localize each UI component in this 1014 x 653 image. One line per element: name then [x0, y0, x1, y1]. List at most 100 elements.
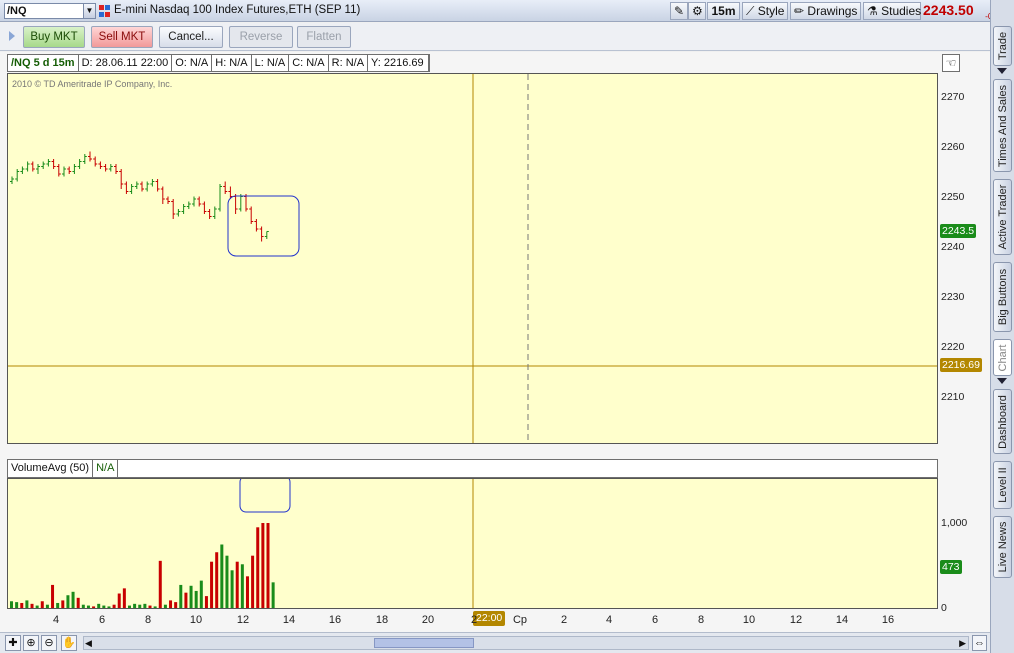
volume-bar [15, 602, 19, 608]
timeframe-button[interactable]: 15m [707, 2, 740, 20]
ohlc-bar [249, 206, 254, 224]
volume-study-label[interactable]: VolumeAvg (50) [8, 460, 94, 477]
ohlc-bar [223, 181, 228, 194]
time-tick: 14 [282, 614, 296, 626]
last-price-tag: 2243.5 [940, 223, 977, 238]
time-tick: 12 [236, 614, 250, 626]
ohlc-bar [62, 166, 66, 177]
scroll-left-icon[interactable]: ◀ [85, 638, 92, 649]
ohlc-bar [218, 184, 222, 212]
ohlc-bar [72, 164, 77, 174]
pencil-icon: ✏ [794, 4, 805, 18]
cursor-mode-icon[interactable]: ☜ [942, 54, 960, 72]
time-tick: 8 [697, 614, 705, 626]
time-tick: 16 [328, 614, 342, 626]
info-low: L: N/A [252, 55, 290, 71]
chart-symbol-label[interactable]: /NQ 5 d 15m [8, 55, 79, 71]
volume-bar [220, 544, 224, 608]
order-bar: Buy MKT Sell MKT Cancel... Reverse Flatt… [0, 23, 990, 51]
ohlc-bar [166, 196, 170, 204]
studies-icon: ⚗ [867, 4, 878, 18]
ohlc-bar [202, 201, 207, 214]
ohlc-bar [244, 194, 248, 212]
tab-chart-label: Chart [996, 344, 1009, 371]
ohlc-bar [186, 201, 191, 209]
tab-times-and-sales[interactable]: Times And Sales [993, 79, 1012, 172]
symbol-dropdown-icon[interactable]: ▼ [83, 3, 96, 19]
tab-live-news[interactable]: Live News [993, 516, 1012, 578]
ohlc-bar [171, 199, 176, 219]
tab-active-trader[interactable]: Active Trader [993, 179, 1012, 255]
ohlc-bar [46, 159, 51, 167]
ohlc-bar [30, 161, 35, 172]
volume-bar [245, 576, 249, 608]
ohlc-bar [98, 161, 103, 169]
time-tick: 10 [189, 614, 203, 626]
drawings-label: Drawings [807, 4, 858, 18]
ohlc-bar [51, 159, 56, 169]
tab-dashboard-label: Dashboard [996, 394, 1009, 449]
info-range: R: N/A [329, 55, 369, 71]
volume-bar [230, 570, 234, 608]
instrument-icon [99, 5, 110, 17]
tab-big-buttons[interactable]: Big Buttons [993, 262, 1012, 332]
horizontal-scrollbar[interactable]: ◀ ▶ [83, 636, 969, 650]
ohlc-bar [93, 156, 98, 167]
ohlc-bar [259, 226, 264, 242]
price-panel[interactable]: 2010 © TD Ameritrade IP Company, Inc. [7, 73, 938, 444]
ohlc-bar [176, 209, 181, 217]
tab-trade[interactable]: Trade [993, 26, 1012, 66]
ohlc-bar [25, 161, 30, 172]
volume-bar [210, 561, 214, 608]
tools-icon[interactable]: ✎ [670, 2, 688, 20]
tab-times-and-sales-label: Times And Sales [996, 84, 1009, 167]
tab-level-ii[interactable]: Level II [993, 461, 1012, 509]
pan-hand-icon[interactable]: ✋ [61, 635, 77, 651]
symbol-input[interactable]: /NQ [4, 3, 84, 19]
highlight-box [227, 195, 300, 257]
cancel-button[interactable]: Cancel... [159, 26, 223, 48]
studies-button[interactable]: ⚗ Studies [863, 2, 921, 20]
scroll-right-icon[interactable]: ▶ [959, 638, 966, 649]
zoom-out-icon[interactable]: ⊖ [41, 635, 57, 651]
volume-bar [251, 555, 255, 608]
price-tick: 2240 [941, 241, 965, 253]
expand-horizontal-icon[interactable]: ⇔ [972, 635, 987, 651]
ohlc-bar [41, 161, 46, 169]
drawings-button[interactable]: ✏ Drawings [790, 2, 861, 20]
tab-chart[interactable]: Chart [993, 339, 1012, 376]
flatten-button[interactable]: Flatten [297, 26, 351, 48]
style-button[interactable]: ⟋ Style [742, 2, 788, 20]
volume-bar [266, 523, 270, 608]
volume-panel[interactable] [7, 478, 938, 609]
scrollbar-thumb[interactable] [374, 638, 474, 648]
crosshair-icon[interactable]: ✚ [5, 635, 21, 651]
ohlc-bar [238, 194, 243, 212]
bottom-toolbar: ✚ ⊕ ⊖ ✋ ◀ ▶ ⇔ [0, 632, 990, 653]
volume-bar [10, 601, 13, 608]
info-high: H: N/A [212, 55, 252, 71]
tab-dashboard[interactable]: Dashboard [993, 389, 1012, 454]
ohlc-bar [103, 164, 108, 172]
sell-market-button[interactable]: Sell MKT [91, 26, 153, 48]
volume-bar [169, 600, 173, 608]
tab-trade-label: Trade [996, 31, 1009, 61]
volume-highlight-box [239, 479, 291, 513]
time-tick: 14 [835, 614, 849, 626]
volume-bar [215, 552, 219, 608]
expand-arrow-icon[interactable] [9, 31, 15, 41]
tab-arrow-icon [997, 68, 1007, 74]
volume-bar [184, 592, 188, 608]
zoom-in-icon[interactable]: ⊕ [23, 635, 39, 651]
ohlc-bar [36, 164, 40, 174]
tools-settings-icon[interactable]: ⚙ [688, 2, 706, 20]
ohlc-bar [145, 181, 150, 192]
time-tick: 4 [52, 614, 60, 626]
ohlc-bar [197, 196, 202, 207]
style-icon: ⟋ [746, 4, 755, 18]
volume-bar [61, 600, 65, 608]
ohlc-bar [140, 181, 144, 192]
buy-market-button[interactable]: Buy MKT [23, 26, 85, 48]
reverse-button[interactable]: Reverse [229, 26, 293, 48]
volume-bar [261, 523, 265, 608]
